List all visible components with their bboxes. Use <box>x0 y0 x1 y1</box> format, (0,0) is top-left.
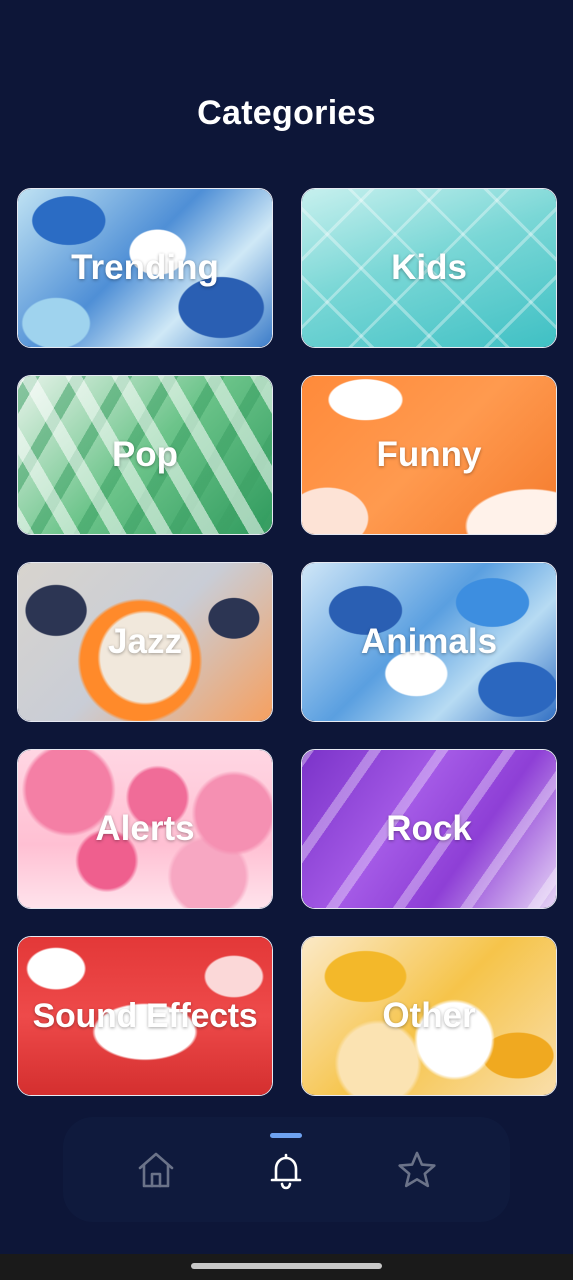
category-tile-alerts[interactable]: Alerts <box>17 749 273 909</box>
category-label: Pop <box>111 435 179 474</box>
nav-favorites[interactable] <box>372 1130 462 1210</box>
category-label: Trending <box>71 248 219 287</box>
category-tile-pop[interactable]: Pop <box>17 375 273 535</box>
category-tile-sound-effects[interactable]: Sound Effects <box>17 936 273 1096</box>
nav-home[interactable] <box>111 1130 201 1210</box>
category-label: Jazz <box>108 622 182 661</box>
page-title: Categories <box>197 94 376 132</box>
category-grid: Trending Kids Pop Funny Jazz Animals Ale… <box>17 188 557 1096</box>
category-label: Funny <box>376 435 482 474</box>
category-label: Kids <box>391 248 467 287</box>
bell-icon <box>271 1153 302 1189</box>
category-tile-kids[interactable]: Kids <box>301 188 557 348</box>
category-label: Animals <box>360 622 498 661</box>
active-tab-indicator <box>270 1132 303 1138</box>
nav-notifications[interactable] <box>241 1130 331 1210</box>
home-indicator[interactable] <box>191 1263 382 1269</box>
category-tile-jazz[interactable]: Jazz <box>17 562 273 722</box>
category-tile-animals[interactable]: Animals <box>301 562 557 722</box>
bottom-navigation <box>63 1117 510 1222</box>
category-tile-trending[interactable]: Trending <box>17 188 273 348</box>
category-label: Alerts <box>95 809 195 848</box>
star-icon <box>398 1151 436 1187</box>
category-tile-funny[interactable]: Funny <box>301 375 557 535</box>
category-tile-rock[interactable]: Rock <box>301 749 557 909</box>
home-icon <box>138 1152 174 1187</box>
category-tile-other[interactable]: Other <box>301 936 557 1096</box>
category-label: Rock <box>386 809 472 848</box>
category-label: Other <box>382 996 476 1035</box>
categories-screen: Categories Trending Kids Pop Funny Jazz … <box>0 0 573 1280</box>
category-label: Sound Effects <box>32 996 258 1035</box>
